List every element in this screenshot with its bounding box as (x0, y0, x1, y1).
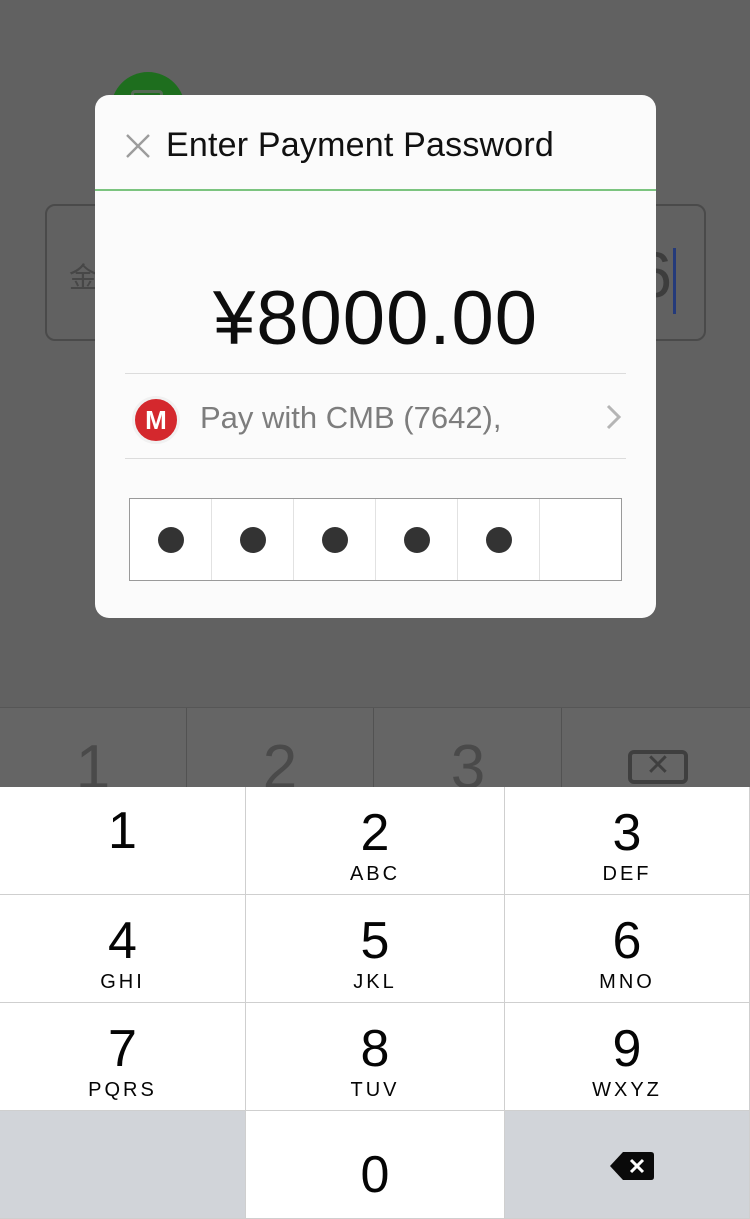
background-key-3: 3 (375, 708, 562, 788)
background-field-label: 金 (69, 262, 98, 293)
key-5[interactable]: 5 JKL (246, 895, 505, 1003)
password-dot (157, 526, 184, 553)
background-delete-icon: ✕ (628, 750, 688, 784)
key-digit: 1 (108, 802, 137, 860)
background-key-1: 1 (0, 708, 187, 788)
password-digit-cell (294, 499, 376, 580)
key-digit: 7 (108, 1020, 137, 1078)
key-letters: MNO (599, 971, 655, 993)
key-letters: PQRS (88, 1079, 157, 1101)
key-6[interactable]: 6 MNO (505, 895, 750, 1003)
key-letters: DEF (602, 863, 652, 885)
background-key-2: 2 (187, 708, 374, 788)
password-dot (239, 526, 266, 553)
password-digit-cell (540, 499, 621, 580)
key-1[interactable]: 1 (0, 787, 246, 895)
key-digit: 9 (612, 1020, 642, 1078)
payment-method-selector[interactable]: M Pay with CMB (7642), (125, 373, 626, 459)
empty-key (0, 1111, 246, 1219)
key-letters: ABC (349, 863, 401, 885)
key-letters: TUV (350, 1079, 400, 1101)
password-dot (321, 526, 348, 553)
bank-logo-mark: M (145, 405, 167, 435)
payment-method-label: Pay with CMB (7642), (200, 400, 502, 435)
key-digit: 8 (360, 1020, 390, 1078)
password-digit-cell (130, 499, 212, 580)
background-text-caret (673, 248, 676, 314)
backspace-key[interactable] (505, 1111, 750, 1219)
payment-amount: ¥8000.00 (213, 276, 538, 361)
key-3[interactable]: 3 DEF (505, 787, 750, 895)
key-digit: 6 (612, 912, 642, 970)
key-letters: GHI (100, 971, 145, 993)
key-2[interactable]: 2 ABC (246, 787, 505, 895)
key-9[interactable]: 9 WXYZ (505, 1003, 750, 1111)
payment-password-dialog: Enter Payment Password ¥8000.00 M Pay wi… (95, 95, 656, 618)
key-4[interactable]: 4 GHI (0, 895, 246, 1003)
key-digit: 4 (108, 912, 137, 970)
dialog-header: Enter Payment Password (95, 95, 656, 191)
key-8[interactable]: 8 TUV (246, 1003, 505, 1111)
key-7[interactable]: 7 PQRS (0, 1003, 246, 1111)
key-letters: WXYZ (592, 1079, 662, 1101)
close-icon[interactable] (123, 131, 153, 161)
dialog-title: Enter Payment Password (166, 126, 555, 164)
key-0[interactable]: 0 (246, 1111, 505, 1219)
chevron-right-icon (606, 404, 622, 430)
key-letters: JKL (353, 971, 397, 993)
password-dot (403, 526, 430, 553)
numeric-keypad: 1 2 ABC 3 DEF 4 GHI 5 JKL 6 MNO 7 PQRS 8 TUV 9 WXYZ 0 (0, 787, 750, 1219)
key-digit: 5 (360, 912, 390, 970)
password-digit-cell (376, 499, 458, 580)
key-digit: 3 (612, 804, 642, 862)
password-dot (485, 526, 512, 553)
key-digit: 0 (360, 1146, 390, 1204)
password-digit-cell (212, 499, 294, 580)
backspace-icon (610, 1152, 654, 1180)
password-digit-cell (458, 499, 540, 580)
password-input[interactable] (129, 498, 622, 581)
key-digit: 2 (360, 804, 390, 862)
bank-logo: M (132, 396, 180, 444)
